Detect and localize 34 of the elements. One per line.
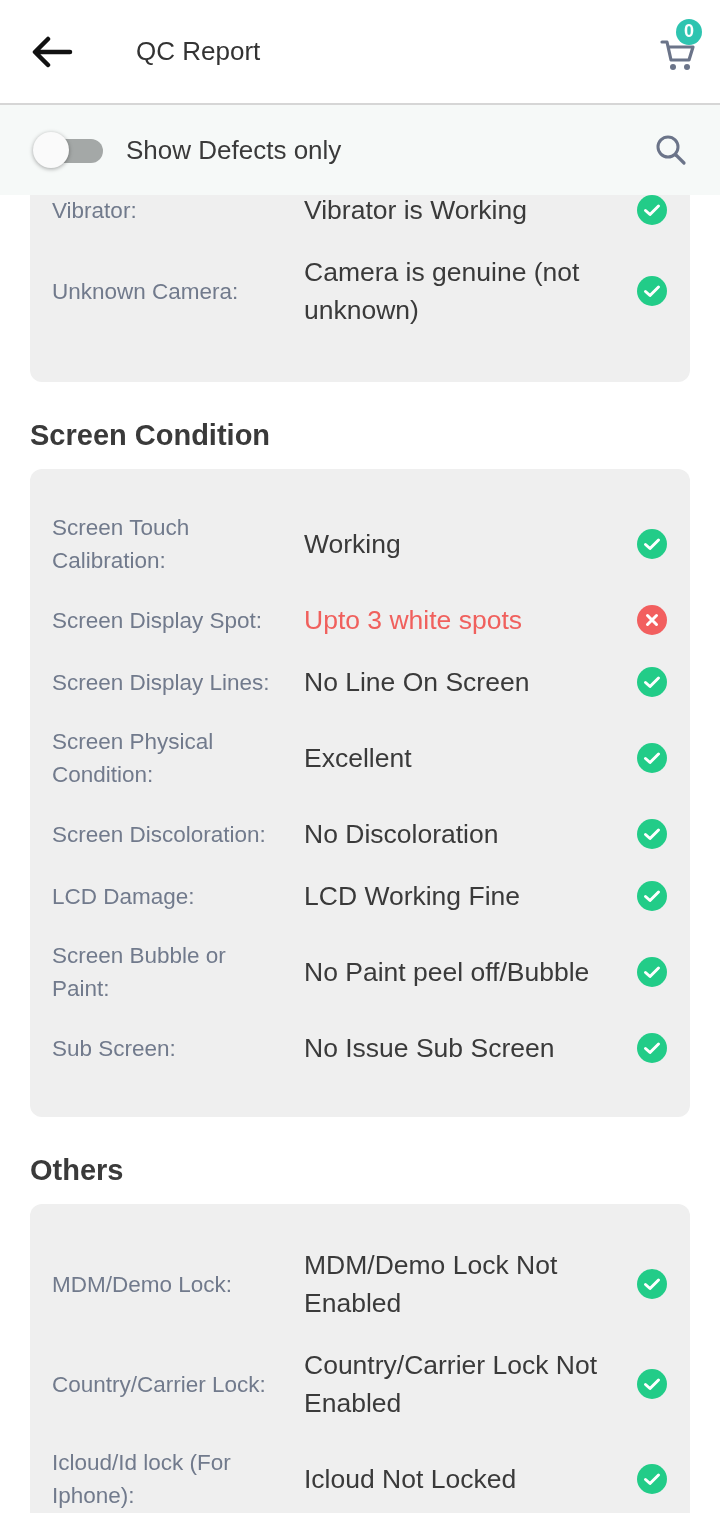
check-label: Country/Carrier Lock: <box>52 1370 267 1399</box>
check-label: MDM/Demo Lock: <box>52 1270 234 1299</box>
check-label: Unknown Camera: <box>52 277 240 306</box>
check-result: No Paint peel off/Bubble <box>304 956 591 989</box>
check-result: Country/Carrier Lock Not Enabled <box>304 1349 599 1420</box>
check-label: Screen Discoloration: <box>52 820 267 849</box>
search-icon[interactable] <box>655 134 687 166</box>
section-heading: Screen Condition <box>30 418 272 453</box>
back-arrow-icon[interactable] <box>30 35 74 68</box>
check-result: MDM/Demo Lock Not Enabled <box>304 1249 559 1320</box>
check-result: Vibrator is Working <box>304 194 528 227</box>
defects-toggle[interactable] <box>33 130 103 170</box>
check-label: Screen Bubble or Paint: <box>52 942 227 1003</box>
toggle-label: Show Defects only <box>126 134 343 166</box>
check-result: Camera is genuine (not unknown) <box>304 256 581 327</box>
check-label: LCD Damage: <box>52 882 196 911</box>
cart-count-badge: 0 <box>676 18 702 45</box>
check-result: No Discoloration <box>304 818 500 851</box>
check-result: Icloud Not Locked <box>304 1463 518 1496</box>
check-label: Screen Display Lines: <box>52 668 271 697</box>
check-result: Working <box>304 528 402 561</box>
check-label: Screen Display Spot: <box>52 606 264 635</box>
screen-title: QC Report <box>136 36 262 67</box>
check-label: Icloud/Id lock (For Iphone): <box>52 1449 232 1510</box>
check-result: No Line On Screen <box>304 666 531 699</box>
check-label: Sub Screen: <box>52 1034 177 1063</box>
check-result: Upto 3 white spots <box>304 604 523 637</box>
check-label: Screen Touch Calibration: <box>52 514 191 575</box>
check-label: Screen Physical Condition: <box>52 728 215 789</box>
section-heading: Others <box>30 1153 125 1188</box>
check-result: No Issue Sub Screen <box>304 1032 556 1065</box>
check-result: Excellent <box>304 742 413 775</box>
check-result: LCD Working Fine <box>304 880 521 913</box>
check-label: Vibrator: <box>52 196 138 225</box>
